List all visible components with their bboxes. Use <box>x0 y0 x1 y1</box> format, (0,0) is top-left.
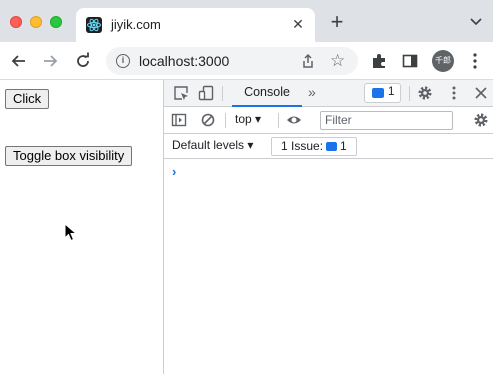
console-filter-input[interactable]: Filter <box>320 111 453 130</box>
tab-search-chevron-icon[interactable] <box>468 15 484 29</box>
inspect-element-icon[interactable] <box>173 85 189 101</box>
browser-title-bar: jiyik.com ✕ + <box>0 0 493 42</box>
click-button[interactable]: Click <box>5 89 50 109</box>
devtools-panel: Console » 1 top ▾ Filter Default levels … <box>163 80 493 374</box>
show-sidebar-icon[interactable] <box>171 112 187 128</box>
back-arrow-icon[interactable] <box>9 51 29 71</box>
more-tabs-icon[interactable]: » <box>308 84 316 100</box>
close-devtools-icon[interactable] <box>473 85 489 101</box>
side-panel-icon[interactable] <box>401 52 419 70</box>
devtools-tab-bar: Console » 1 <box>164 80 493 107</box>
console-toolbar: top ▾ Filter <box>164 107 493 134</box>
live-expression-eye-icon[interactable] <box>286 112 302 128</box>
issues-count: 1 <box>340 139 347 153</box>
tab-close-icon[interactable]: ✕ <box>289 15 307 33</box>
toggle-box-visibility-button[interactable]: Toggle box visibility <box>5 146 133 166</box>
console-levels-bar: Default levels ▾ 1 Issue: 1 <box>164 134 493 159</box>
tab-title: jiyik.com <box>111 17 161 32</box>
extensions-puzzle-icon[interactable] <box>370 52 388 70</box>
issues-counter-badge[interactable]: 1 <box>364 83 401 103</box>
react-favicon-icon <box>86 17 102 33</box>
url-text[interactable]: localhost:3000 <box>139 53 229 69</box>
address-bar[interactable]: i localhost:3000 ☆ <box>106 47 358 75</box>
toolbar-divider <box>222 86 223 101</box>
close-window-button[interactable] <box>10 16 22 28</box>
console-settings-gear-icon[interactable] <box>473 112 489 128</box>
js-context-selector[interactable]: top ▾ <box>235 112 261 126</box>
toolbar-divider <box>409 86 410 101</box>
site-info-icon[interactable]: i <box>116 54 130 68</box>
page-viewport: Click Toggle box visibility <box>0 80 163 374</box>
forward-arrow-icon[interactable] <box>40 51 60 71</box>
tab-console[interactable]: Console <box>232 80 302 107</box>
browser-toolbar: i localhost:3000 ☆ 千郎 <box>0 42 493 80</box>
issues-label: 1 Issue: <box>281 139 324 153</box>
console-prompt-icon[interactable]: › <box>172 164 176 179</box>
browser-menu-icon[interactable] <box>472 52 478 70</box>
issues-counter-value: 1 <box>388 86 395 98</box>
profile-avatar[interactable]: 千郎 <box>432 50 454 72</box>
bookmark-star-icon[interactable]: ☆ <box>330 51 345 71</box>
mouse-cursor-icon <box>64 222 78 243</box>
device-toolbar-icon[interactable] <box>198 85 214 101</box>
share-icon[interactable] <box>300 53 316 69</box>
reload-icon[interactable] <box>73 51 93 71</box>
minimize-window-button[interactable] <box>30 16 42 28</box>
settings-gear-icon[interactable] <box>417 85 433 101</box>
clear-console-icon[interactable] <box>200 112 216 128</box>
message-bubble-icon <box>326 142 338 151</box>
toolbar-divider <box>225 113 226 128</box>
devtools-menu-icon[interactable] <box>446 85 462 101</box>
maximize-window-button[interactable] <box>50 16 62 28</box>
browser-tab[interactable]: jiyik.com ✕ <box>76 8 315 42</box>
new-tab-button[interactable]: + <box>327 11 347 33</box>
issues-button[interactable]: 1 Issue: 1 <box>271 137 357 156</box>
message-bubble-icon <box>372 88 384 98</box>
log-levels-dropdown[interactable]: Default levels ▾ <box>172 138 253 152</box>
toolbar-divider <box>278 113 279 128</box>
